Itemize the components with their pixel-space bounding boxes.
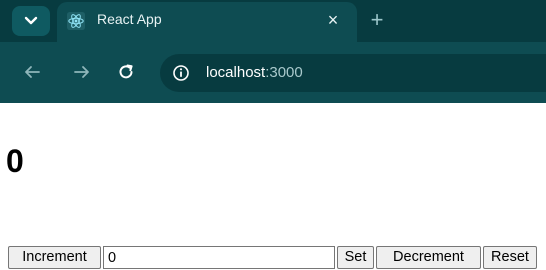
url-text: localhost:3000 bbox=[206, 64, 303, 81]
plus-icon[interactable]: + bbox=[366, 8, 388, 32]
tab-search-button[interactable] bbox=[12, 6, 50, 36]
reset-button[interactable]: Reset bbox=[483, 246, 537, 269]
tab-strip: React App × + bbox=[0, 0, 546, 42]
page-content: 0 Increment Set Decrement Reset bbox=[0, 103, 546, 269]
reload-icon[interactable] bbox=[114, 58, 138, 86]
set-button[interactable]: Set bbox=[337, 246, 374, 269]
react-logo-icon bbox=[67, 12, 85, 30]
address-bar[interactable]: localhost:3000 bbox=[160, 54, 546, 92]
info-icon[interactable] bbox=[172, 64, 190, 82]
tab-title: React App bbox=[97, 11, 162, 27]
browser-chrome: React App × + localhost:3000 bbox=[0, 0, 546, 103]
increment-button[interactable]: Increment bbox=[8, 246, 101, 269]
chevron-down-icon bbox=[24, 16, 38, 25]
decrement-button[interactable]: Decrement bbox=[376, 246, 481, 269]
url-port: :3000 bbox=[265, 64, 303, 81]
url-host: localhost bbox=[206, 64, 266, 81]
tab-react-app[interactable]: React App × bbox=[57, 2, 357, 42]
arrow-left-icon[interactable] bbox=[20, 58, 44, 86]
value-input[interactable] bbox=[103, 246, 335, 269]
counter-value: 0 bbox=[6, 143, 24, 179]
arrow-right-icon[interactable] bbox=[70, 58, 94, 86]
close-icon[interactable]: × bbox=[323, 10, 343, 30]
